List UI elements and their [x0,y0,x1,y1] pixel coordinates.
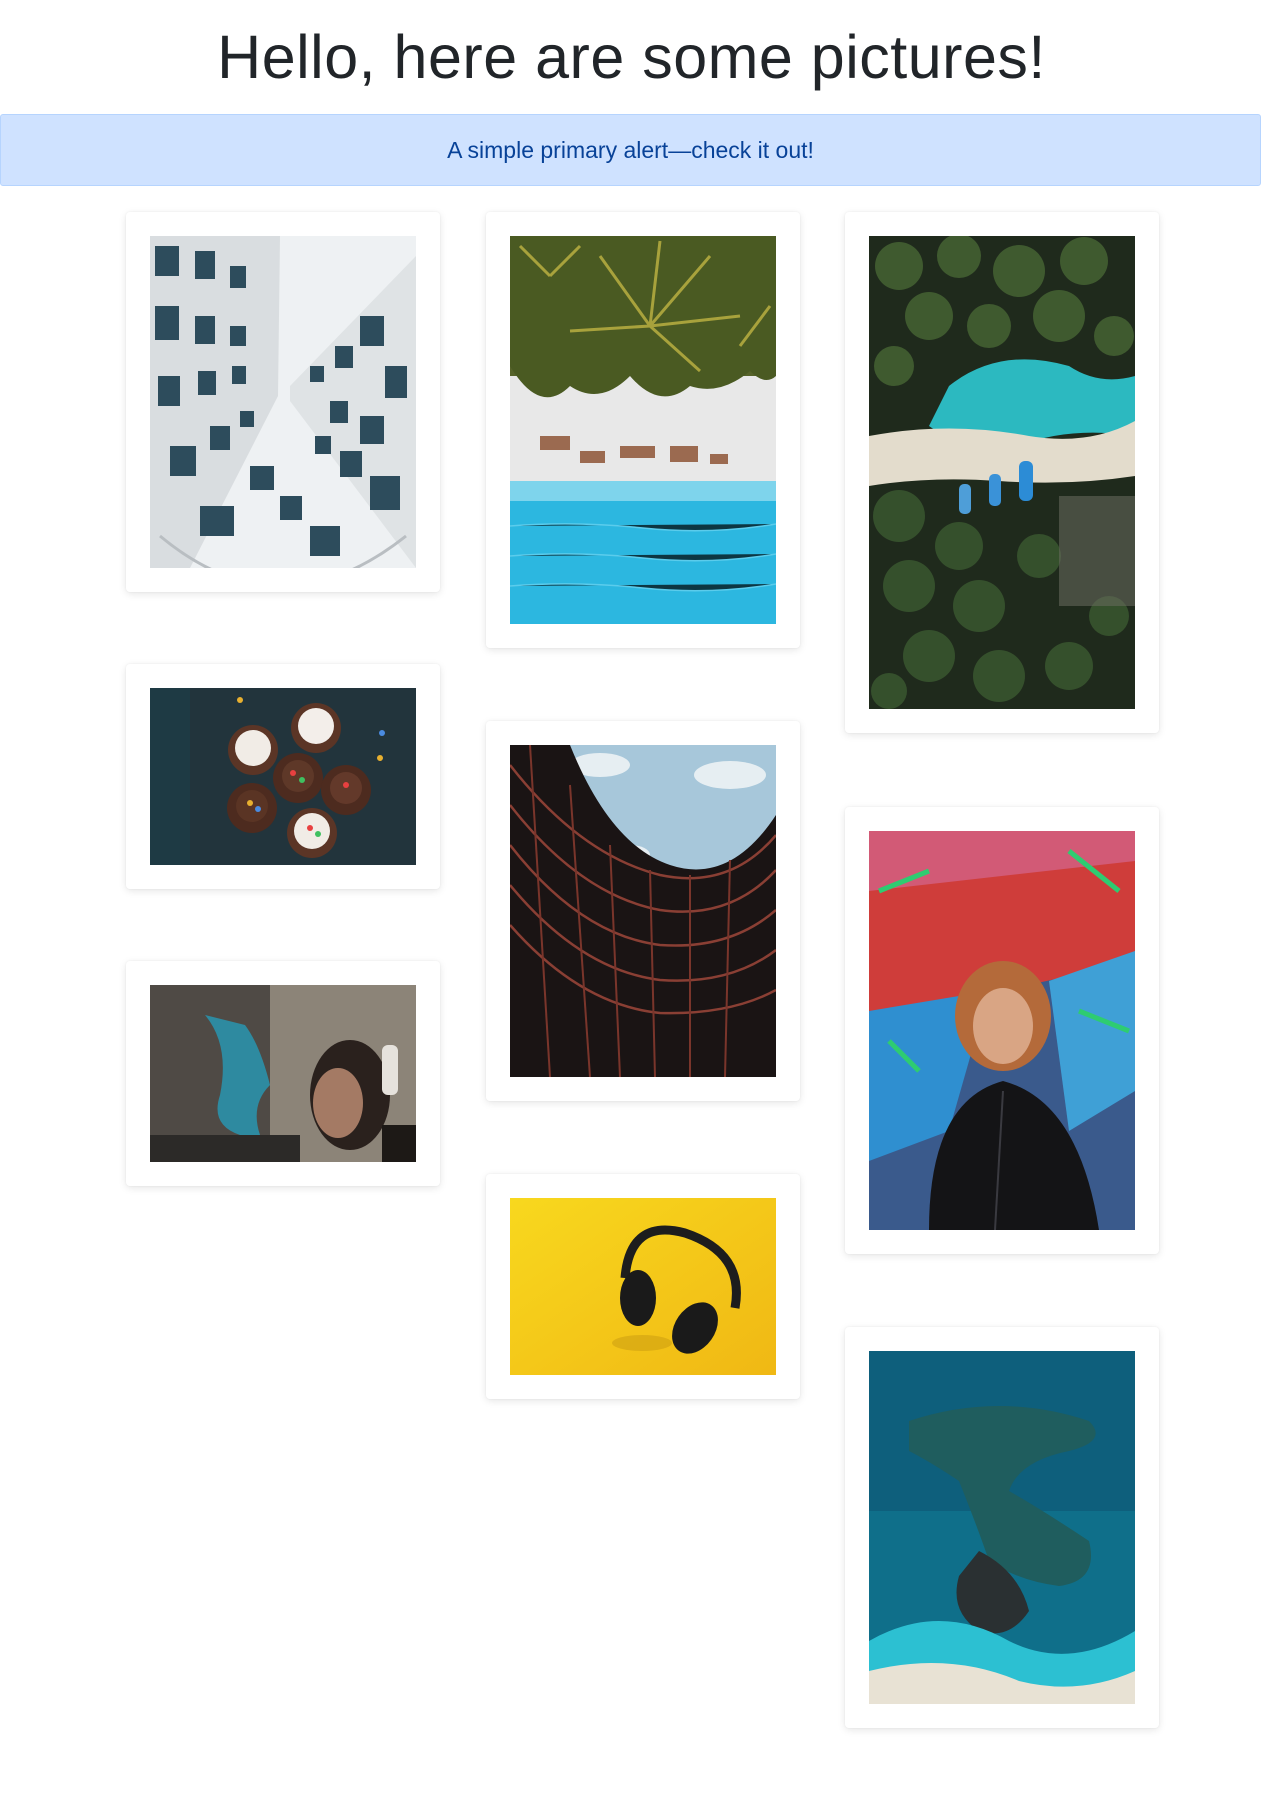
photo-building-looking-up[interactable] [150,236,416,568]
photo-cupcakes[interactable] [150,688,416,865]
photo-card[interactable] [845,807,1159,1254]
photo-graffiti-girl-headphones[interactable] [150,985,416,1162]
photo-card[interactable] [486,721,800,1101]
photo-card[interactable] [486,212,800,648]
photo-curved-building[interactable] [510,745,776,1077]
primary-alert: A simple primary alert—check it out! [0,114,1261,186]
photo-palms-boats-aerial[interactable] [869,236,1135,709]
page-title: Hello, here are some pictures! [217,23,1046,91]
photo-beach-palms-aerial[interactable] [510,236,776,624]
photo-card[interactable] [845,212,1159,733]
photo-card[interactable] [126,212,440,592]
photo-headphones-yellow[interactable] [510,1198,776,1375]
photo-boy-graffiti-wall[interactable] [869,831,1135,1230]
photo-card[interactable] [486,1174,800,1399]
photo-card[interactable] [126,961,440,1186]
photo-ocean-island-aerial[interactable] [869,1351,1135,1704]
photo-card[interactable] [845,1327,1159,1728]
photo-card[interactable] [126,664,440,889]
page: Hello, here are some pictures! A simple … [0,0,1263,1806]
